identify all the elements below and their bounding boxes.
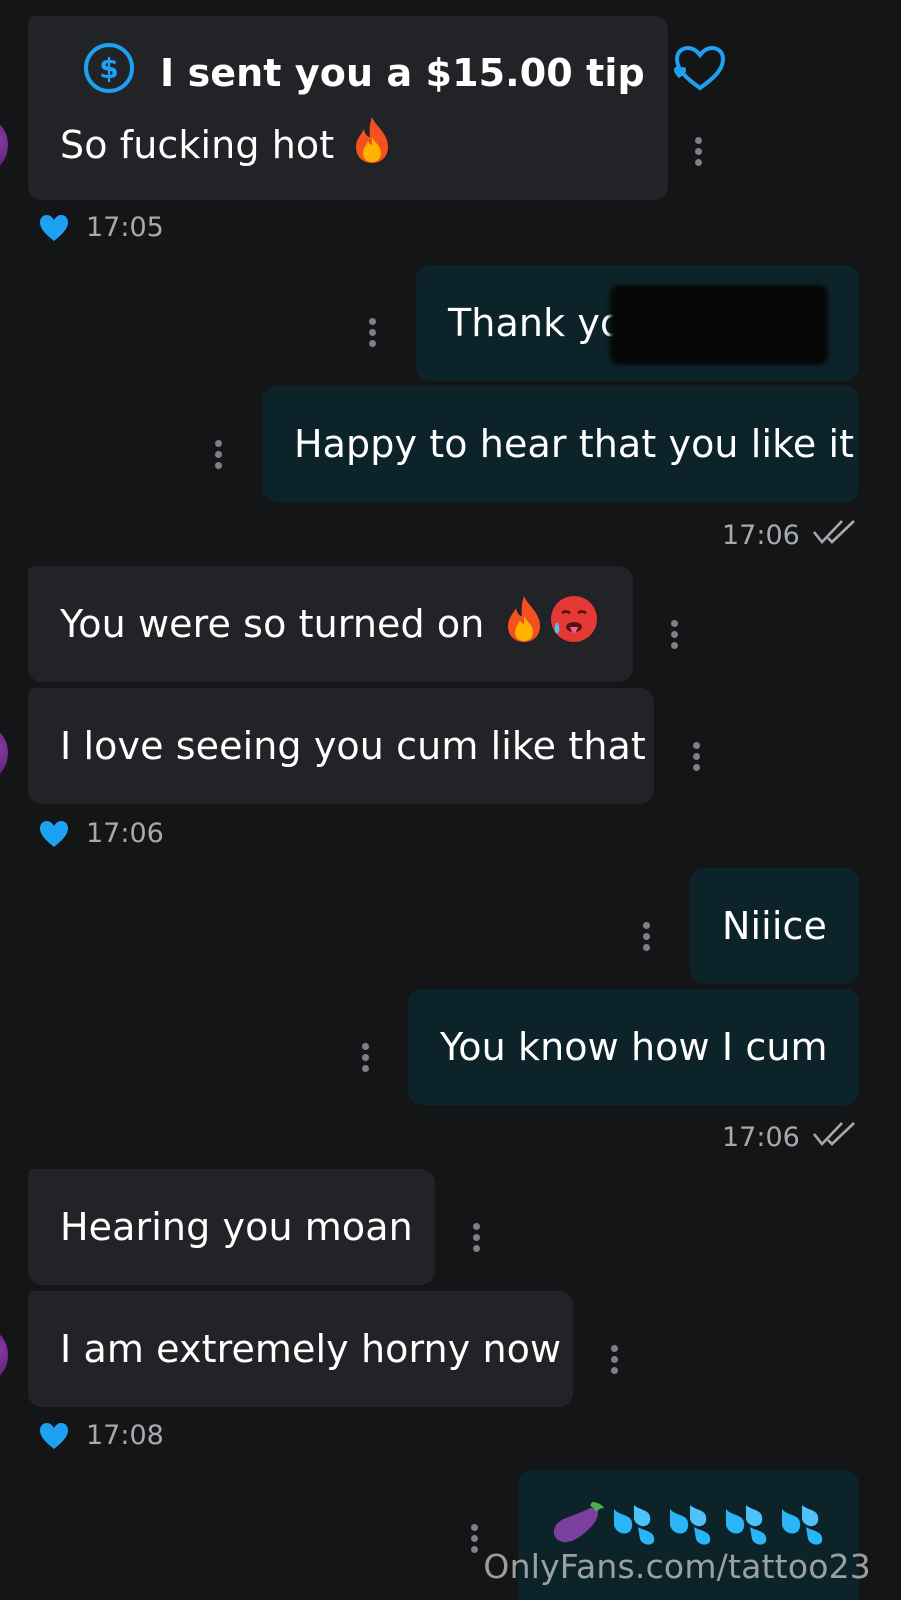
message-timestamp: 17:05 bbox=[86, 212, 164, 243]
double-check-icon bbox=[812, 1120, 858, 1155]
sender-avatar[interactable] bbox=[0, 728, 8, 778]
liked-heart-icon[interactable] bbox=[38, 1421, 70, 1451]
message-timestamp: 17:08 bbox=[86, 1420, 164, 1451]
hot-face-emoji bbox=[548, 593, 600, 655]
message-bubble-incoming[interactable]: You were so turned on bbox=[28, 566, 633, 682]
message-meta: 17:06 bbox=[722, 518, 858, 553]
message-bubble-tip[interactable]: $ I sent you a $15.00 tip So fucking hot bbox=[28, 16, 725, 200]
message-bubble-incoming[interactable]: Hearing you moan bbox=[28, 1169, 435, 1285]
liked-heart-icon[interactable] bbox=[38, 819, 70, 849]
message-bubble-outgoing[interactable]: Happy to hear that you like it bbox=[262, 386, 859, 502]
message-timestamp: 17:06 bbox=[722, 1122, 800, 1153]
message-options-icon[interactable] bbox=[694, 137, 702, 173]
message-options-icon[interactable] bbox=[368, 318, 376, 354]
chat-thread: $ I sent you a $15.00 tip So fucking hot bbox=[0, 0, 901, 1600]
sweat-droplets-emoji bbox=[720, 1501, 774, 1551]
message-bubble-incoming[interactable]: I am extremely horny now bbox=[28, 1291, 573, 1407]
message-meta: 17:08 bbox=[38, 1420, 164, 1451]
message-text: Niiice bbox=[722, 904, 827, 948]
message-options-icon[interactable] bbox=[214, 440, 222, 476]
dollar-icon: $ bbox=[82, 41, 136, 105]
message-options-icon[interactable] bbox=[472, 1223, 480, 1259]
tip-row: $ I sent you a $15.00 tip bbox=[60, 41, 727, 105]
tip-amount-text: I sent you a $15.00 tip bbox=[160, 51, 645, 95]
eggplant-emoji bbox=[548, 1498, 606, 1554]
message-meta: 17:06 bbox=[38, 818, 164, 849]
fire-emoji bbox=[502, 594, 546, 654]
message-options-icon[interactable] bbox=[642, 922, 650, 958]
message-bubble-outgoing[interactable]: Niiice bbox=[690, 868, 859, 984]
message-text: I am extremely horny now bbox=[60, 1327, 562, 1371]
like-heart-outline-icon[interactable] bbox=[673, 44, 727, 102]
message-text: So fucking hot bbox=[60, 123, 335, 167]
emoji-row bbox=[548, 1498, 830, 1554]
message-options-icon[interactable] bbox=[361, 1043, 369, 1079]
sweat-droplets-emoji bbox=[608, 1501, 662, 1551]
message-text: I love seeing you cum like that bbox=[60, 724, 646, 768]
message-meta: 17:06 bbox=[722, 1120, 858, 1155]
double-check-icon bbox=[812, 518, 858, 553]
message-text: Happy to hear that you like it bbox=[294, 422, 855, 466]
message-text: You know how I cum bbox=[440, 1025, 828, 1069]
liked-heart-icon[interactable] bbox=[38, 213, 70, 243]
sweat-droplets-emoji bbox=[664, 1501, 718, 1551]
message-options-icon[interactable] bbox=[610, 1345, 618, 1381]
message-options-icon[interactable] bbox=[470, 1524, 478, 1560]
message-bubble-outgoing[interactable]: You know how I cum bbox=[408, 989, 859, 1105]
message-meta: 17:05 bbox=[38, 212, 164, 243]
sender-avatar[interactable] bbox=[0, 1330, 8, 1380]
message-bubble-incoming[interactable]: I love seeing you cum like that bbox=[28, 688, 654, 804]
message-timestamp: 17:06 bbox=[722, 520, 800, 551]
sweat-droplets-emoji bbox=[776, 1501, 830, 1551]
message-text: You were so turned on bbox=[60, 602, 485, 646]
fire-emoji bbox=[350, 115, 394, 175]
message-text: Hearing you moan bbox=[60, 1205, 413, 1249]
redaction-block bbox=[610, 285, 828, 365]
svg-text:$: $ bbox=[99, 52, 119, 85]
message-timestamp: 17:06 bbox=[86, 818, 164, 849]
message-options-icon[interactable] bbox=[670, 620, 678, 656]
sender-avatar[interactable] bbox=[0, 120, 8, 170]
message-options-icon[interactable] bbox=[692, 742, 700, 778]
watermark: OnlyFans.com/tattoo23 bbox=[483, 1547, 871, 1586]
